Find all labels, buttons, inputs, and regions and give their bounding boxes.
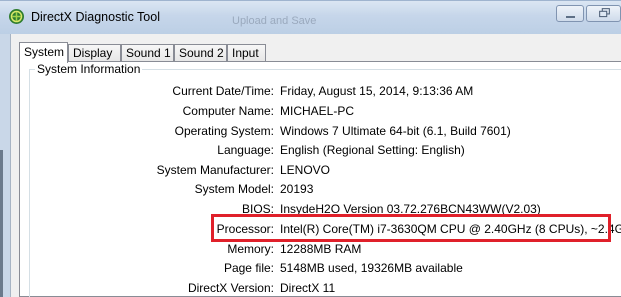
restore-button[interactable] [586, 5, 621, 22]
row-value: DirectX 11 [280, 281, 336, 295]
tab-display[interactable]: Display [68, 44, 121, 62]
tab-system[interactable]: System [19, 42, 68, 63]
restore-icon [599, 8, 610, 18]
directx-icon [9, 9, 24, 24]
info-row-computer-name: Computer Name: MICHAEL-PC [0, 102, 621, 120]
title-bar[interactable]: DirectX Diagnostic Tool Upload and Save [0, 0, 621, 34]
row-label: Memory: [227, 242, 274, 256]
row-value: 5148MB used, 19326MB available [280, 261, 463, 275]
group-title: System Information [35, 62, 143, 76]
tab-label: System [24, 45, 65, 59]
tab-sound-1[interactable]: Sound 1 [121, 44, 174, 62]
row-value: Windows 7 Ultimate 64-bit (6.1, Build 76… [280, 124, 511, 138]
background-window-text: Upload and Save [232, 15, 317, 27]
row-label: Operating System: [174, 124, 274, 138]
info-row-memory: Memory: 12288MB RAM [0, 240, 621, 258]
info-row-system-model: System Model: 20193 [0, 180, 621, 198]
row-label: Page file: [223, 261, 274, 275]
info-row-page-file: Page file: 5148MB used, 19326MB availabl… [0, 259, 621, 277]
processor-highlight-box [211, 214, 611, 242]
row-label: Language: [217, 143, 274, 157]
row-value: 12288MB RAM [280, 242, 362, 256]
info-row-language: Language: English (Regional Setting: Eng… [0, 141, 621, 159]
tab-label: Sound 1 [126, 46, 171, 60]
tab-label: Input [232, 46, 259, 60]
info-row-directx-version: DirectX Version: DirectX 11 [0, 279, 621, 297]
window-title: DirectX Diagnostic Tool [31, 10, 160, 24]
row-value: Friday, August 15, 2014, 9:13:36 AM [280, 84, 474, 98]
tab-label: Sound 2 [179, 46, 224, 60]
row-label: DirectX Version: [187, 281, 274, 295]
row-label: Current Date/Time: [172, 84, 274, 98]
row-value: LENOVO [280, 163, 331, 177]
row-value: MICHAEL-PC [280, 104, 355, 118]
tab-label: Display [73, 46, 113, 60]
row-value: English (Regional Setting: English) [280, 143, 465, 157]
minimize-button[interactable] [556, 5, 584, 22]
row-value: 20193 [280, 182, 314, 196]
row-label: System Manufacturer: [156, 163, 274, 177]
info-row-system-manufacturer: System Manufacturer: LENOVO [0, 161, 621, 179]
info-row-datetime: Current Date/Time: Friday, August 15, 20… [0, 82, 621, 100]
tab-input[interactable]: Input [227, 44, 266, 62]
tab-sound-2[interactable]: Sound 2 [174, 44, 227, 62]
row-label: Computer Name: [182, 104, 274, 118]
row-label: System Model: [194, 182, 274, 196]
info-row-operating-system: Operating System: Windows 7 Ultimate 64-… [0, 122, 621, 140]
